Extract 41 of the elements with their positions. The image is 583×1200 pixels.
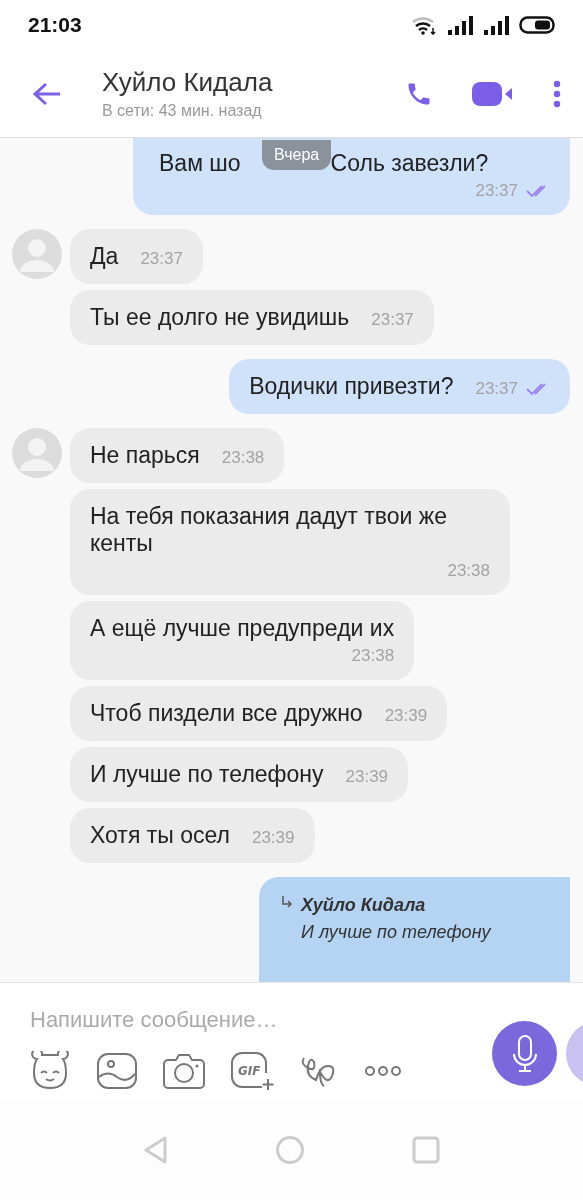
message-time: 23:38 [221,448,265,468]
message-text: Водички привезти? [249,373,454,400]
quoted-text: И лучше по телефону [301,922,491,943]
message-text: Ты ее долго не увидишь [90,304,350,331]
message-time: 23:39 [251,828,295,848]
gif-button[interactable]: GIF [230,1051,276,1091]
signal-icon [483,15,509,35]
message-text: Соль завезли? [329,150,489,177]
camera-button[interactable] [162,1052,206,1090]
reply-arrow-icon [281,895,293,909]
message-text: А ещё лучше предупреди их [90,615,395,642]
avatar-icon [12,428,62,478]
message-time: 23:37 [475,379,518,399]
last-seen: В сети: 43 мин. назад [102,102,263,120]
message-time: 23:38 [351,646,395,666]
message-text: Хотя ты осел [90,822,230,849]
message-text: И лучше по телефону [90,761,324,788]
microphone-icon [510,1033,539,1074]
message-time: 23:39 [345,767,389,787]
more-options-button[interactable] [364,1065,402,1077]
signal-icon [447,15,473,35]
message-input[interactable]: Напишите сообщение… [30,1003,460,1037]
date-chip: Вчера [262,140,332,170]
message-time: 23:37 [140,249,183,269]
message-text: Вам шо [158,150,241,177]
battery-icon [519,15,555,35]
status-time: 21:03 [28,13,82,37]
avatar-icon [12,229,62,279]
quote-author: Хуйло Кидала [301,895,427,916]
message-text: Чтоб пиздели все дружно [90,700,363,727]
message-time: 23:37 [371,310,414,330]
message-time: 23:37 [475,181,518,201]
sticker-button[interactable] [28,1051,72,1091]
message-text: На тебя показания дадут твои же кенты [90,503,448,557]
wifi-icon [411,15,437,35]
message-time: 23:38 [447,561,490,581]
message-time: 23:39 [384,706,428,726]
gallery-button[interactable] [96,1052,138,1090]
contact-name: Хуйло Кидала [102,67,274,98]
message-text: Не парься [90,442,200,469]
message-text: Да [90,243,119,270]
